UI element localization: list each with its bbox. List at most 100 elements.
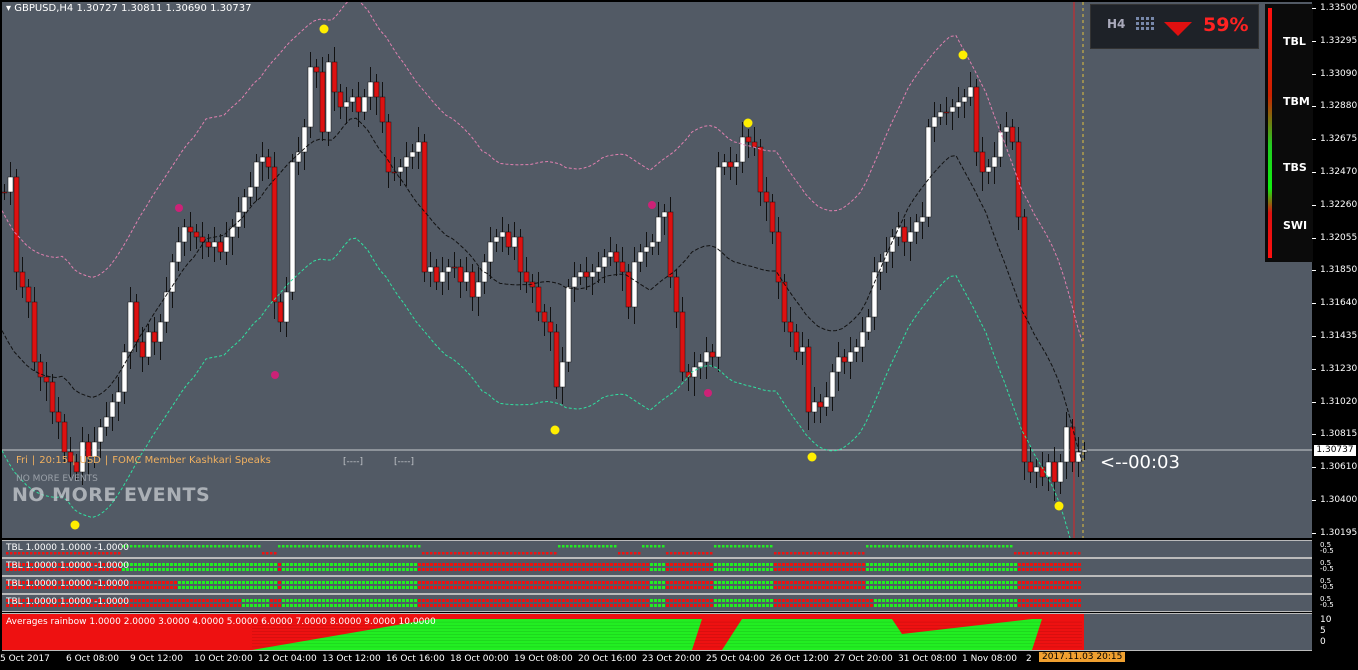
bull-candle: [739, 136, 746, 163]
bull-candle: [733, 161, 740, 168]
time-tick-label: 5 Oct 2017: [0, 654, 50, 664]
bear-candle: [1021, 216, 1028, 463]
bear-candle: [517, 236, 524, 273]
bear-candle: [673, 276, 680, 313]
price-tick: [1312, 467, 1316, 469]
subpanel-label: TBL 1.0000 1.0000 -1.0000: [6, 543, 129, 553]
bull-candle: [847, 351, 854, 363]
price-tick-label: 1.33500: [1320, 3, 1358, 13]
signal-subpanel[interactable]: [2, 540, 1312, 558]
price-tick-label: 1.30400: [1320, 495, 1358, 505]
bull-candle: [607, 251, 614, 258]
bear-candle: [1069, 426, 1076, 463]
bull-candle: [589, 271, 596, 278]
price-tick-label: 1.32880: [1320, 101, 1358, 112]
signal-subpanel[interactable]: [2, 594, 1312, 612]
bear-candle: [979, 151, 986, 173]
time-tick-label: 6 Oct 08:00: [66, 654, 119, 664]
bear-candle: [523, 271, 530, 283]
bull-candle: [7, 176, 14, 193]
price-tick: [1312, 500, 1316, 501]
price-tick-label: 1.33295: [1320, 35, 1358, 46]
bear-candle: [547, 321, 554, 333]
bull-candle: [499, 231, 506, 238]
bull-candle: [175, 241, 182, 263]
ohlc-values: 1.30727 1.30811 1.30690 1.30737: [76, 3, 252, 14]
time-tick-label: 19 Oct 08:00: [514, 654, 573, 664]
signal-subpanel[interactable]: [2, 558, 1312, 576]
price-tick-label: 1.33090: [1320, 68, 1358, 79]
bull-candle: [937, 111, 944, 118]
bull-candle: [445, 266, 452, 273]
bull-candle: [361, 96, 368, 113]
price-tick: [1312, 532, 1316, 534]
bull-candle: [349, 96, 356, 103]
fractal-pink-dot: [271, 371, 279, 379]
bull-candle: [955, 101, 962, 108]
bull-candle: [823, 396, 830, 408]
subpanel-scale-group: 0.5 -0.5: [1320, 578, 1334, 591]
fractal-pink-dot: [648, 201, 656, 209]
bull-candle: [913, 221, 920, 233]
level-indicator-box: TBL TBM TBS SWI: [1265, 4, 1313, 262]
bear-candle: [331, 61, 338, 93]
news-sep-2: |: [72, 455, 76, 466]
bull-candle: [661, 211, 668, 218]
bull-candle: [907, 231, 914, 243]
bull-candle: [631, 261, 638, 308]
bear-candle: [151, 331, 158, 343]
bear-candle: [619, 261, 626, 273]
dropdown-triangle-icon[interactable]: ▾: [6, 3, 11, 14]
bear-candle: [541, 311, 548, 323]
price-tick-label: 1.32675: [1320, 134, 1358, 145]
bear-candle: [841, 356, 848, 363]
bull-candle: [1081, 449, 1088, 453]
bear-candle: [277, 301, 284, 323]
upper-band-line: [2, 2, 1083, 342]
fractal-high-dot: [70, 520, 80, 530]
bull-candle: [121, 351, 128, 393]
bull-candle: [253, 161, 260, 188]
price-tick-label: 1.31435: [1320, 331, 1358, 341]
bear-candle: [337, 91, 344, 108]
subpanel-scale: -0.5: [1320, 601, 1334, 609]
bull-candle: [157, 321, 164, 343]
subpanel-label: TBL 1.0000 1.0000 -1.0000: [6, 597, 129, 607]
price-tick: [1312, 204, 1316, 206]
signal-subpanel[interactable]: [2, 576, 1312, 594]
fractal-pink-dot: [704, 389, 712, 397]
fractal-high-dot: [550, 425, 560, 435]
bear-candle: [433, 266, 440, 283]
bull-candle: [397, 166, 404, 173]
bull-candle: [127, 301, 134, 353]
bull-candle: [109, 401, 116, 418]
bear-candle: [469, 271, 476, 298]
bear-candle: [817, 401, 824, 408]
bear-candle: [421, 141, 428, 273]
bear-candle: [55, 411, 62, 423]
time-tick-label: 27 Oct 20:00: [834, 654, 893, 664]
fractal-high-dot: [319, 24, 329, 34]
bear-candle: [43, 376, 50, 383]
subpanel-scale: -0.5: [1320, 547, 1334, 555]
signal-percent: 59%: [1203, 14, 1249, 36]
bear-candle: [757, 146, 764, 193]
bull-candle: [1063, 426, 1070, 463]
bear-candle: [187, 226, 194, 233]
bull-candle: [163, 291, 170, 323]
time-tick-label: 20 Oct 16:00: [578, 654, 637, 664]
time-axis[interactable]: 5 Oct 2017 6 Oct 08:00 9 Oct 12:00 10 Oct 2…: [0, 650, 1358, 670]
price-tick: [1312, 434, 1316, 436]
bull-candle: [697, 361, 704, 368]
price-tick: [1312, 368, 1316, 370]
price-axis[interactable]: 1.33500 1.33295 1.33090 1.32880 1.32675 1.324…: [1312, 0, 1358, 540]
bear-candle: [31, 301, 38, 363]
subpanel-scale-group: 0.5 -0.5: [1320, 596, 1334, 609]
bull-candle: [97, 426, 104, 443]
rainbow-scale-0: 0: [1320, 637, 1326, 647]
bear-candle: [25, 286, 32, 303]
bear-candle: [451, 266, 458, 269]
time-tick-label: 2: [1026, 654, 1032, 664]
symbol-title[interactable]: ▾ GBPUSD,H4 1.30727 1.30811 1.30690 1.30…: [6, 3, 251, 14]
bear-candle: [13, 176, 20, 273]
